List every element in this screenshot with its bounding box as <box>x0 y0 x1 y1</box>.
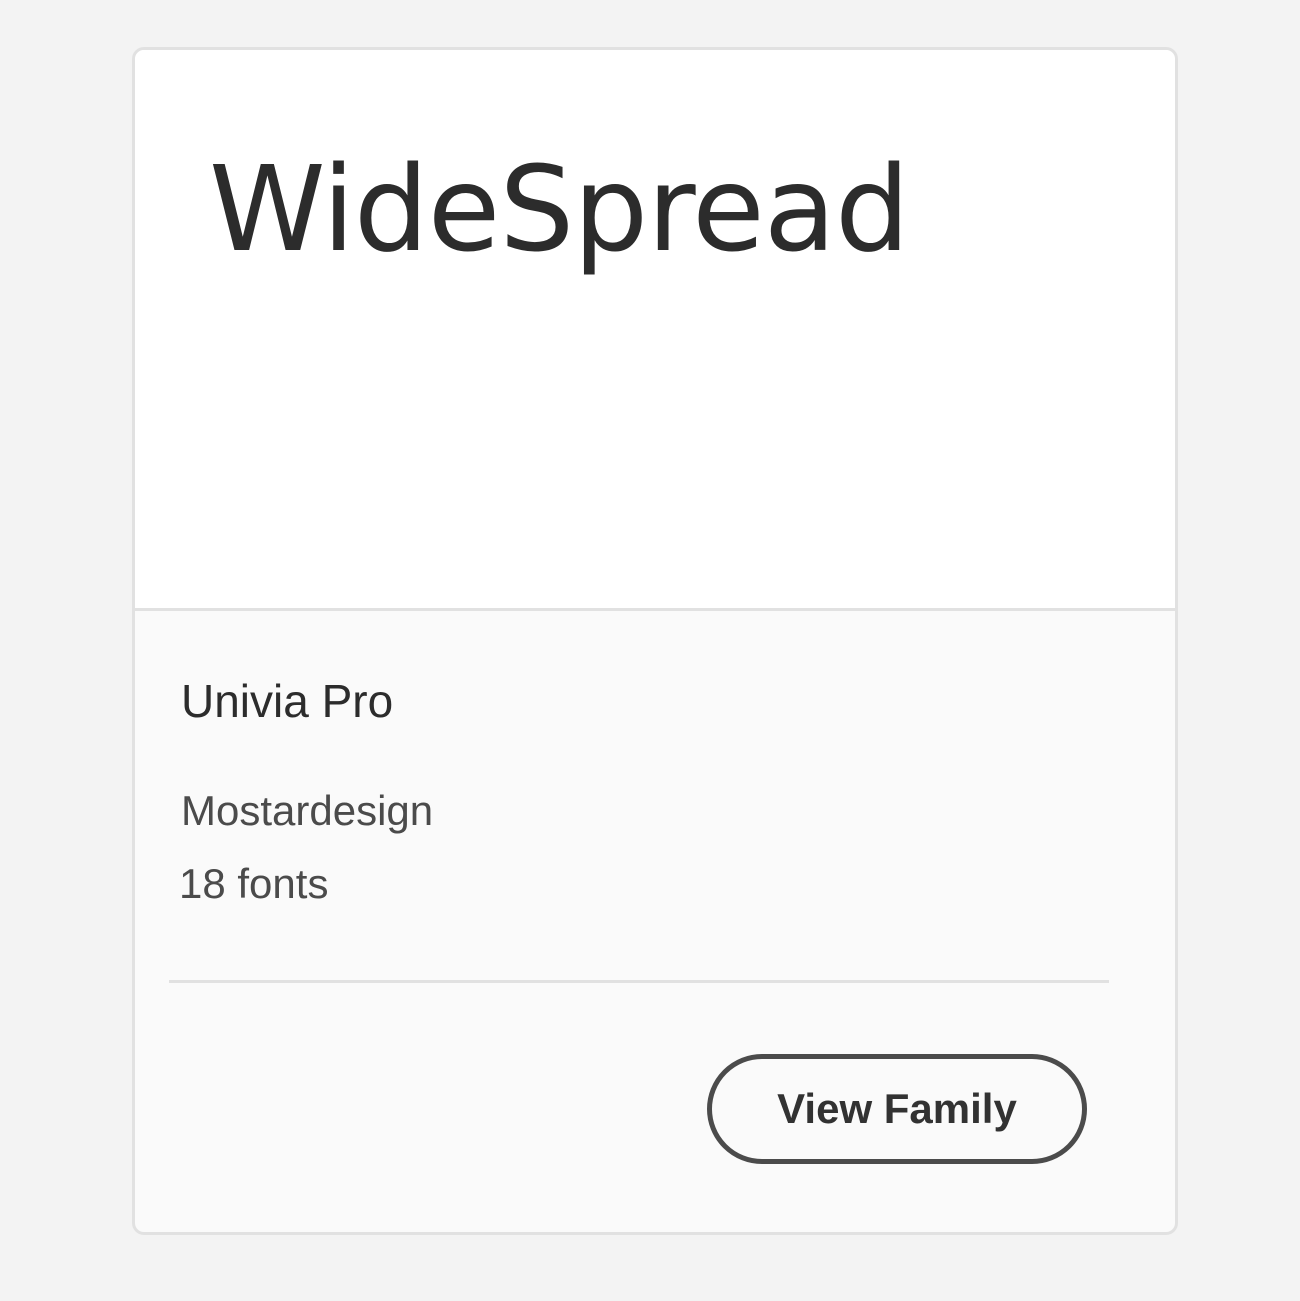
font-family-info: Univia Pro Mostardesign 18 fonts View Fa… <box>135 611 1175 1232</box>
font-family-name[interactable]: Univia Pro <box>181 674 393 729</box>
font-preview[interactable]: WideSpread <box>135 50 1175 611</box>
divider <box>169 980 1109 983</box>
font-family-card[interactable]: WideSpread Univia Pro Mostardesign 18 fo… <box>132 47 1178 1235</box>
font-count: 18 fonts <box>179 860 329 907</box>
foundry-name[interactable]: Mostardesign <box>181 786 433 836</box>
view-family-button[interactable]: View Family <box>707 1054 1087 1164</box>
preview-sample-text: WideSpread <box>209 140 910 278</box>
